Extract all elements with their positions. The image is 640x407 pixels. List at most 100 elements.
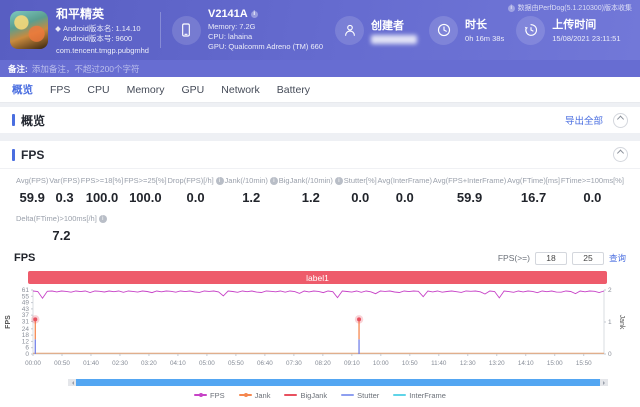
scrollbar-right-arrow[interactable] bbox=[600, 379, 608, 386]
fps-panel: FPS Avg(FPS) 59.9 Var(FPS) 0.3 FPS>=18[%] 100… bbox=[0, 141, 640, 407]
stat-value: 0.0 bbox=[186, 190, 205, 205]
chevron-up-icon bbox=[616, 149, 625, 157]
svg-text:00:50: 00:50 bbox=[54, 360, 70, 367]
stat-label: Stutter[%] bbox=[343, 176, 377, 185]
legend-jank[interactable]: Jank bbox=[238, 390, 271, 400]
duration-label: 时长 bbox=[465, 19, 488, 31]
legend-interframe[interactable]: InterFrame bbox=[393, 391, 446, 400]
chevron-up-icon bbox=[616, 115, 625, 123]
phone-icon bbox=[171, 15, 201, 45]
duration-value: 0h 16m 38s bbox=[465, 34, 505, 43]
stat-label: Drop(FPS)[/h] bbox=[167, 176, 224, 185]
fps-collapse-button[interactable] bbox=[613, 147, 628, 162]
app-block: 和平精英 Android版本名: 1.14.10 Android版本号: 960… bbox=[10, 5, 149, 56]
chart-label-bar: label1 bbox=[28, 271, 607, 284]
info-icon[interactable] bbox=[334, 176, 343, 185]
scrollbar-thumb[interactable] bbox=[76, 379, 600, 386]
tab-gpu[interactable]: GPU bbox=[182, 84, 205, 96]
stat-value: 0.0 bbox=[395, 190, 414, 205]
info-icon[interactable] bbox=[98, 214, 107, 223]
scrollbar-left-arrow[interactable] bbox=[68, 379, 76, 386]
stat-label: FTime>=100ms[%] bbox=[560, 176, 624, 185]
fps-threshold-input-1[interactable] bbox=[534, 251, 567, 265]
svg-text:1: 1 bbox=[608, 319, 612, 326]
svg-text:0: 0 bbox=[25, 351, 29, 358]
stat-jank: Jank(/10min) 1.2 bbox=[225, 176, 278, 205]
section-accent-bar bbox=[12, 148, 15, 161]
svg-text:05:00: 05:00 bbox=[199, 360, 215, 367]
legend-label: Stutter bbox=[357, 390, 380, 400]
tab-network[interactable]: Network bbox=[221, 84, 260, 96]
stat-value: 16.7 bbox=[520, 190, 547, 205]
tab-overview[interactable]: 概览 bbox=[12, 82, 33, 97]
legend-label: InterFrame bbox=[409, 390, 446, 400]
stat-value: 59.9 bbox=[19, 190, 45, 205]
svg-text:12:30: 12:30 bbox=[460, 360, 476, 367]
svg-text:13:20: 13:20 bbox=[489, 360, 505, 367]
fps-threshold-input-2[interactable] bbox=[571, 251, 604, 265]
stat-label: FPS>=25[%] bbox=[124, 176, 167, 185]
svg-text:07:30: 07:30 bbox=[286, 360, 302, 367]
stat-value: 100.0 bbox=[85, 190, 119, 205]
device-block: V2141A Memory: 7.2G CPU: lahaina GPU: Qu… bbox=[171, 8, 323, 52]
stat-value: 1.2 bbox=[301, 190, 320, 205]
stat-value: 0.3 bbox=[55, 190, 74, 205]
svg-text:15:00: 15:00 bbox=[547, 360, 563, 367]
stat-label: Avg(FPS+InterFrame) bbox=[432, 176, 507, 185]
svg-text:14:10: 14:10 bbox=[518, 360, 534, 367]
note-placeholder: 添加备注，不超过200个字符 bbox=[31, 63, 140, 74]
legend-stutter[interactable]: Stutter bbox=[341, 391, 379, 400]
stat-value: 0.0 bbox=[351, 190, 370, 205]
header-divider bbox=[159, 12, 161, 48]
svg-text:31: 31 bbox=[22, 318, 30, 325]
chart-scrollbar[interactable] bbox=[68, 379, 608, 386]
duration-block: 时长 0h 16m 38s bbox=[429, 15, 505, 45]
fps-threshold-label: FPS(>=) bbox=[497, 253, 530, 263]
legend-bigjank[interactable]: BigJank bbox=[284, 391, 327, 400]
stat-ftime-ge-100ms: FTime>=100ms[%] 0.0 bbox=[561, 176, 624, 205]
fps-stats-row-1: Avg(FPS) 59.9 Var(FPS) 0.3 FPS>=18[%] 100.0 FP… bbox=[0, 169, 640, 205]
fps-threshold-filter: FPS(>=) 查询 bbox=[497, 251, 626, 265]
svg-text:10:00: 10:00 bbox=[373, 360, 389, 367]
creator-name-redacted bbox=[371, 34, 418, 44]
legend-fps[interactable]: FPS bbox=[194, 391, 225, 400]
legend-marker-icon bbox=[393, 394, 407, 396]
clock-icon bbox=[429, 15, 459, 45]
tab-bar: 概览 FPS CPU Memory GPU Network Battery bbox=[0, 77, 640, 103]
collapse-all-button[interactable] bbox=[613, 112, 628, 128]
svg-text:2: 2 bbox=[608, 287, 612, 294]
svg-text:Jank: Jank bbox=[618, 315, 625, 330]
note-bar[interactable]: 备注: 添加备注，不超过200个字符 bbox=[0, 60, 640, 77]
tab-battery[interactable]: Battery bbox=[277, 84, 310, 96]
stat-label: FPS>=18[%] bbox=[80, 176, 124, 185]
fps-stats-row-2: Delta(FTime)>100ms[/h] 7.2 bbox=[0, 205, 640, 245]
chart-legend: FPS Jank BigJank Stutter InterFrame bbox=[0, 388, 640, 402]
svg-text:09:10: 09:10 bbox=[344, 360, 360, 367]
tab-fps[interactable]: FPS bbox=[50, 84, 70, 96]
legend-label: Jank bbox=[254, 390, 271, 400]
stat-label: Delta(FTime)>100ms[/h] bbox=[16, 214, 107, 223]
info-icon[interactable] bbox=[269, 176, 278, 185]
creator-block: 创建者 bbox=[335, 15, 418, 45]
upload-time-value: 15/08/2021 23:11:51 bbox=[552, 34, 621, 43]
export-all-link[interactable]: 导出全部 bbox=[565, 113, 603, 127]
fps-chart-svg[interactable]: 6155494337312418126021000:00 00:50 01:40 02… bbox=[0, 286, 640, 378]
info-icon[interactable] bbox=[215, 176, 224, 185]
note-label: 备注: bbox=[8, 63, 28, 74]
stat-label: Avg(FTime)[ms] bbox=[507, 176, 561, 185]
fps-panel-title: FPS bbox=[21, 147, 45, 162]
report-body: 概览 导出全部 FPS Avg(FPS) 59.9 Var(FPS) 0.3 FPS>=… bbox=[0, 107, 640, 407]
app-version-name: Android版本名: 1.14.10 bbox=[63, 23, 141, 33]
stat-avg-interframe: Avg(InterFrame) 0.0 bbox=[378, 176, 432, 205]
stat-avg-fps: Avg(FPS) 59.9 bbox=[16, 176, 48, 205]
upload-time-label: 上传时间 bbox=[552, 19, 597, 31]
creator-label: 创建者 bbox=[371, 19, 405, 32]
stat-label: Avg(InterFrame) bbox=[377, 176, 432, 185]
tab-cpu[interactable]: CPU bbox=[87, 84, 109, 96]
svg-text:05:50: 05:50 bbox=[228, 360, 244, 367]
device-info-icon[interactable] bbox=[250, 10, 258, 18]
legend-marker-icon bbox=[238, 393, 252, 397]
fps-threshold-apply[interactable]: 查询 bbox=[609, 252, 626, 264]
tab-memory[interactable]: Memory bbox=[127, 84, 165, 96]
report-header: 和平精英 Android版本名: 1.14.10 Android版本号: 960… bbox=[0, 0, 640, 60]
